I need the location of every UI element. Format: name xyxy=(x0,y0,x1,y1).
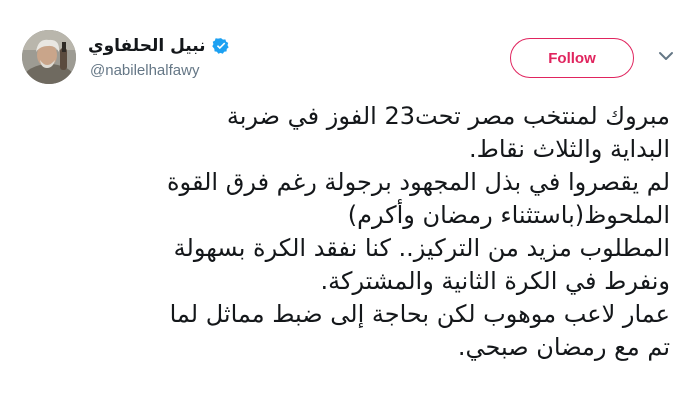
tweet-line: لم يقصروا في بذل المجهود برجولة رغم فرق … xyxy=(166,168,670,196)
tweet-line: عمار لاعب موهوب لكن بحاجة إلى ضبط مماثل … xyxy=(169,300,670,328)
avatar[interactable] xyxy=(22,30,76,84)
tweet-line: مبروك لمنتخب مصر تحت23 الفوز في ضربة xyxy=(226,102,670,130)
tweet-line: الملحوظ(باستثناء رمضان وأكرم) xyxy=(347,201,670,229)
tweet-text: مبروك لمنتخب مصر تحت23 الفوز في ضربة الب… xyxy=(40,100,670,364)
avatar-image xyxy=(22,30,76,84)
verified-badge-icon xyxy=(211,38,229,54)
follow-button[interactable]: Follow xyxy=(510,38,634,78)
tweet-line: البداية والثلاث نقاط. xyxy=(469,135,670,163)
display-name-row: نبيل الحلفاوي xyxy=(88,36,230,56)
tweet-line: المطلوب مزيد من التركيز.. كنا نفقد الكرة… xyxy=(173,234,670,262)
tweet-line: تم مع رمضان صبحي. xyxy=(457,333,670,361)
display-name[interactable]: نبيل الحلفاوي xyxy=(88,36,206,56)
chevron-down-icon[interactable] xyxy=(658,50,674,62)
tweet-line: ونفرط في الكرة الثانية والمشتركة. xyxy=(320,267,670,295)
user-handle[interactable]: @nabilelhalfawy xyxy=(90,62,199,79)
